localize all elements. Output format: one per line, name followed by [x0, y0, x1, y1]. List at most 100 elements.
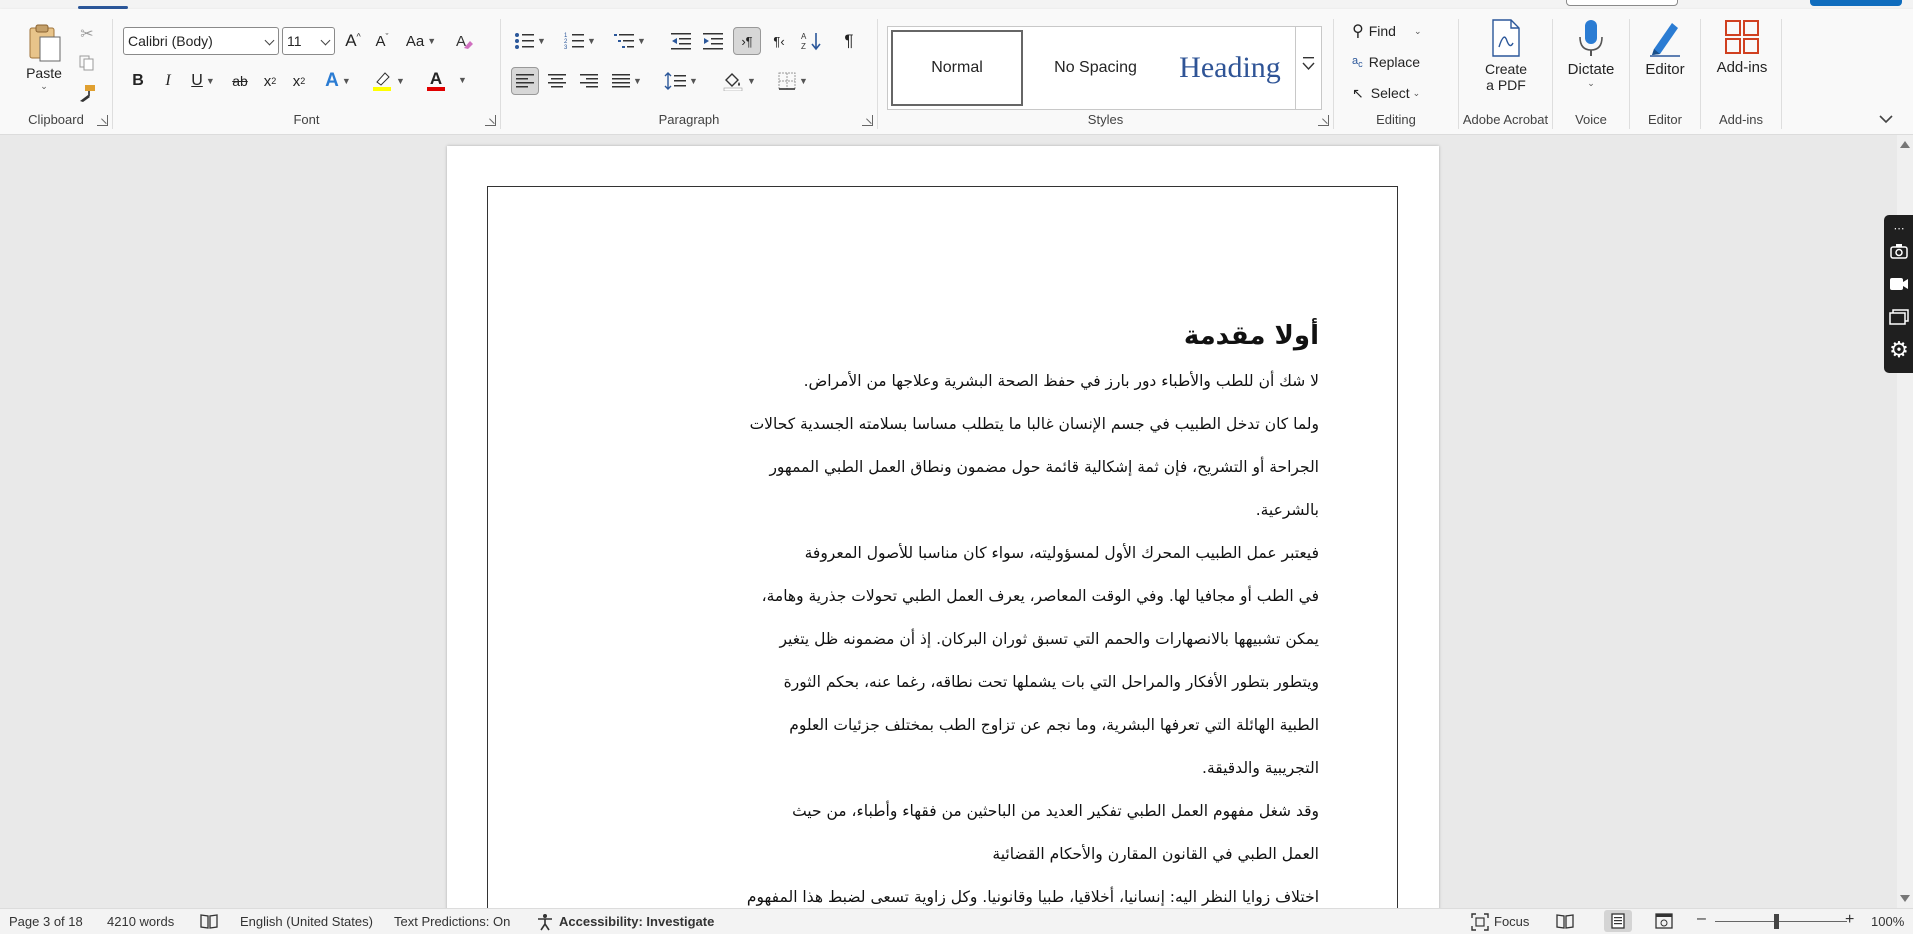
subscript-button[interactable]: x2	[256, 67, 284, 95]
document-canvas[interactable]: أولا مقدمة لا شك أن للطب والأطباء دور با…	[0, 135, 1897, 908]
camera-icon[interactable]	[1888, 240, 1910, 262]
document-line[interactable]: اختلاف زوايا النظر اليه: إنسانيا، أخلاقي…	[747, 888, 1319, 906]
document-line[interactable]: الطبية الهائلة التي تعرفها البشرية، وما …	[789, 716, 1319, 734]
font-color-swatch	[427, 87, 445, 91]
document-line[interactable]: في الطب أو مجافيا لها. وفي الوقت المعاصر…	[762, 587, 1319, 605]
focus-icon[interactable]	[1471, 913, 1489, 934]
document-line[interactable]: يمكن تشبيهها بالانصهارات والحمم التي تسب…	[780, 630, 1320, 648]
grow-font-button[interactable]: A^	[339, 27, 367, 55]
left-to-right-button[interactable]: ¶‹	[765, 27, 793, 55]
shading-button[interactable]: ▼	[717, 67, 761, 95]
sort-button[interactable]: AZ	[798, 27, 826, 55]
language-indicator[interactable]: English (United States)	[240, 914, 373, 929]
addins-button[interactable]: Add-ins	[1709, 19, 1775, 99]
font-dialog-launcher[interactable]	[485, 115, 496, 126]
editor-button[interactable]: Editor	[1636, 19, 1694, 99]
italic-label: I	[165, 72, 171, 89]
decrease-indent-button[interactable]	[667, 27, 695, 55]
zoom-slider-track[interactable]	[1715, 921, 1847, 922]
align-right-button[interactable]	[575, 67, 603, 95]
bullets-button[interactable]: ▼	[509, 27, 551, 55]
increase-indent-button[interactable]	[699, 27, 727, 55]
document-line[interactable]: الجراحة أو التشريح، فإن ثمة إشكالية قائم…	[769, 458, 1319, 476]
create-pdf-button[interactable]: Create a PDF	[1469, 19, 1543, 111]
font-color-button[interactable]: A	[415, 67, 457, 95]
scroll-up-arrow-icon[interactable]	[1900, 141, 1910, 148]
zoom-in-button[interactable]: +	[1845, 911, 1854, 929]
gear-icon[interactable]: ⚙	[1888, 337, 1910, 362]
cut-button[interactable]: ✂	[73, 20, 101, 48]
zoom-slider-thumb[interactable]	[1774, 914, 1779, 929]
right-to-left-button[interactable]: ›¶	[733, 27, 761, 55]
document-line[interactable]: وقد شغل مفهوم العمل الطبي تفكير العديد م…	[792, 802, 1319, 820]
text-predictions-status[interactable]: Text Predictions: On	[394, 914, 510, 929]
change-case-label: Aa	[405, 32, 425, 50]
superscript-button[interactable]: x2	[285, 67, 313, 95]
copy-button[interactable]	[73, 49, 101, 77]
justify-button[interactable]: ▼	[607, 67, 647, 95]
italic-button[interactable]: I	[154, 67, 182, 95]
change-case-button[interactable]: Aa ▼	[401, 27, 441, 55]
style-no-spacing[interactable]: No Spacing	[1028, 30, 1163, 106]
document-line[interactable]: العمل الطبي في القانون المقارن والأحكام …	[992, 845, 1319, 863]
paragraph-group-label: Paragraph	[658, 112, 720, 127]
dictate-button[interactable]: Dictate ⌄	[1561, 19, 1621, 111]
borders-button[interactable]: ▼	[771, 67, 815, 95]
document-line[interactable]: بالشرعية.	[1256, 501, 1319, 519]
style-heading[interactable]: Heading	[1165, 30, 1295, 106]
zoom-level[interactable]: 100%	[1871, 914, 1904, 929]
collapse-ribbon-button[interactable]	[1875, 109, 1897, 129]
document-page[interactable]: أولا مقدمة لا شك أن للطب والأطباء دور با…	[447, 146, 1439, 908]
multilevel-list-button[interactable]: ▼	[609, 27, 651, 55]
chevron-down-icon: ▼	[205, 76, 215, 86]
proofing-book-icon[interactable]	[200, 913, 218, 932]
text-effects-button[interactable]: A ▼	[319, 67, 357, 95]
read-mode-icon[interactable]	[1556, 913, 1574, 932]
select-button[interactable]: ↖ Select ⌄	[1352, 81, 1452, 105]
share-button[interactable]	[1810, 0, 1902, 6]
align-left-button[interactable]	[511, 67, 539, 95]
style-normal[interactable]: Normal	[891, 30, 1023, 106]
chevron-down-icon: ▼	[396, 76, 405, 86]
replace-button[interactable]: ac Replace	[1352, 50, 1452, 74]
styles-gallery-more-button[interactable]	[1295, 26, 1322, 110]
font-name-combobox[interactable]: Calibri (Body)	[123, 27, 279, 55]
web-layout-icon[interactable]	[1655, 913, 1673, 932]
page-count[interactable]: Page 3 of 18	[9, 914, 83, 929]
print-layout-icon[interactable]	[1604, 910, 1632, 932]
line-spacing-button[interactable]: ▼	[659, 67, 703, 95]
clipboard-dialog-launcher[interactable]	[97, 115, 108, 126]
accessibility-status[interactable]: Accessibility: Investigate	[559, 914, 714, 929]
styles-dialog-launcher[interactable]	[1318, 115, 1329, 126]
document-heading[interactable]: أولا مقدمة	[1184, 321, 1319, 351]
strikethrough-button[interactable]: ab	[226, 67, 254, 95]
word-count[interactable]: 4210 words	[107, 914, 174, 929]
paste-button[interactable]: Paste ⌄	[14, 17, 74, 97]
svg-text:A: A	[801, 32, 807, 41]
clear-formatting-button[interactable]: A	[450, 27, 478, 55]
pilcrow-icon: ¶	[844, 31, 854, 50]
scroll-down-arrow-icon[interactable]	[1900, 895, 1910, 902]
underline-button[interactable]: U ▼	[184, 67, 222, 95]
show-formatting-marks-button[interactable]: ¶	[835, 27, 863, 55]
shrink-font-button[interactable]: Aˇ	[368, 27, 396, 55]
format-painter-button[interactable]	[73, 79, 101, 107]
document-line[interactable]: التجريبية والدقيقة.	[1202, 759, 1319, 777]
numbering-button[interactable]: 123 ▼	[559, 27, 601, 55]
zoom-out-button[interactable]: –	[1697, 910, 1706, 928]
document-line[interactable]: لا شك أن للطب والأطباء دور بارز في حفظ ا…	[804, 372, 1319, 390]
align-center-button[interactable]	[543, 67, 571, 95]
font-size-combobox[interactable]: 11	[282, 27, 335, 55]
paragraph-dialog-launcher[interactable]	[862, 115, 873, 126]
video-camera-icon[interactable]	[1888, 273, 1910, 295]
more-options-icon[interactable]: ⋯	[1888, 217, 1910, 239]
focus-mode-button[interactable]: Focus	[1494, 914, 1529, 929]
highlight-color-button[interactable]: ▼	[367, 67, 409, 95]
document-line[interactable]: ولما كان تدخل الطبيب في جسم الإنسان غالب…	[750, 415, 1319, 433]
find-button[interactable]: ⚲ Find ⌄	[1352, 19, 1452, 43]
bold-button[interactable]: B	[124, 67, 152, 95]
windows-icon[interactable]	[1888, 306, 1910, 328]
share-dropdown[interactable]	[1566, 0, 1678, 6]
document-line[interactable]: فيعتبر عمل الطبيب المحرك الأول لمسؤوليته…	[805, 544, 1319, 562]
document-line[interactable]: ويتطور بتطور الأفكار والمراحل التي بات ي…	[784, 673, 1319, 691]
